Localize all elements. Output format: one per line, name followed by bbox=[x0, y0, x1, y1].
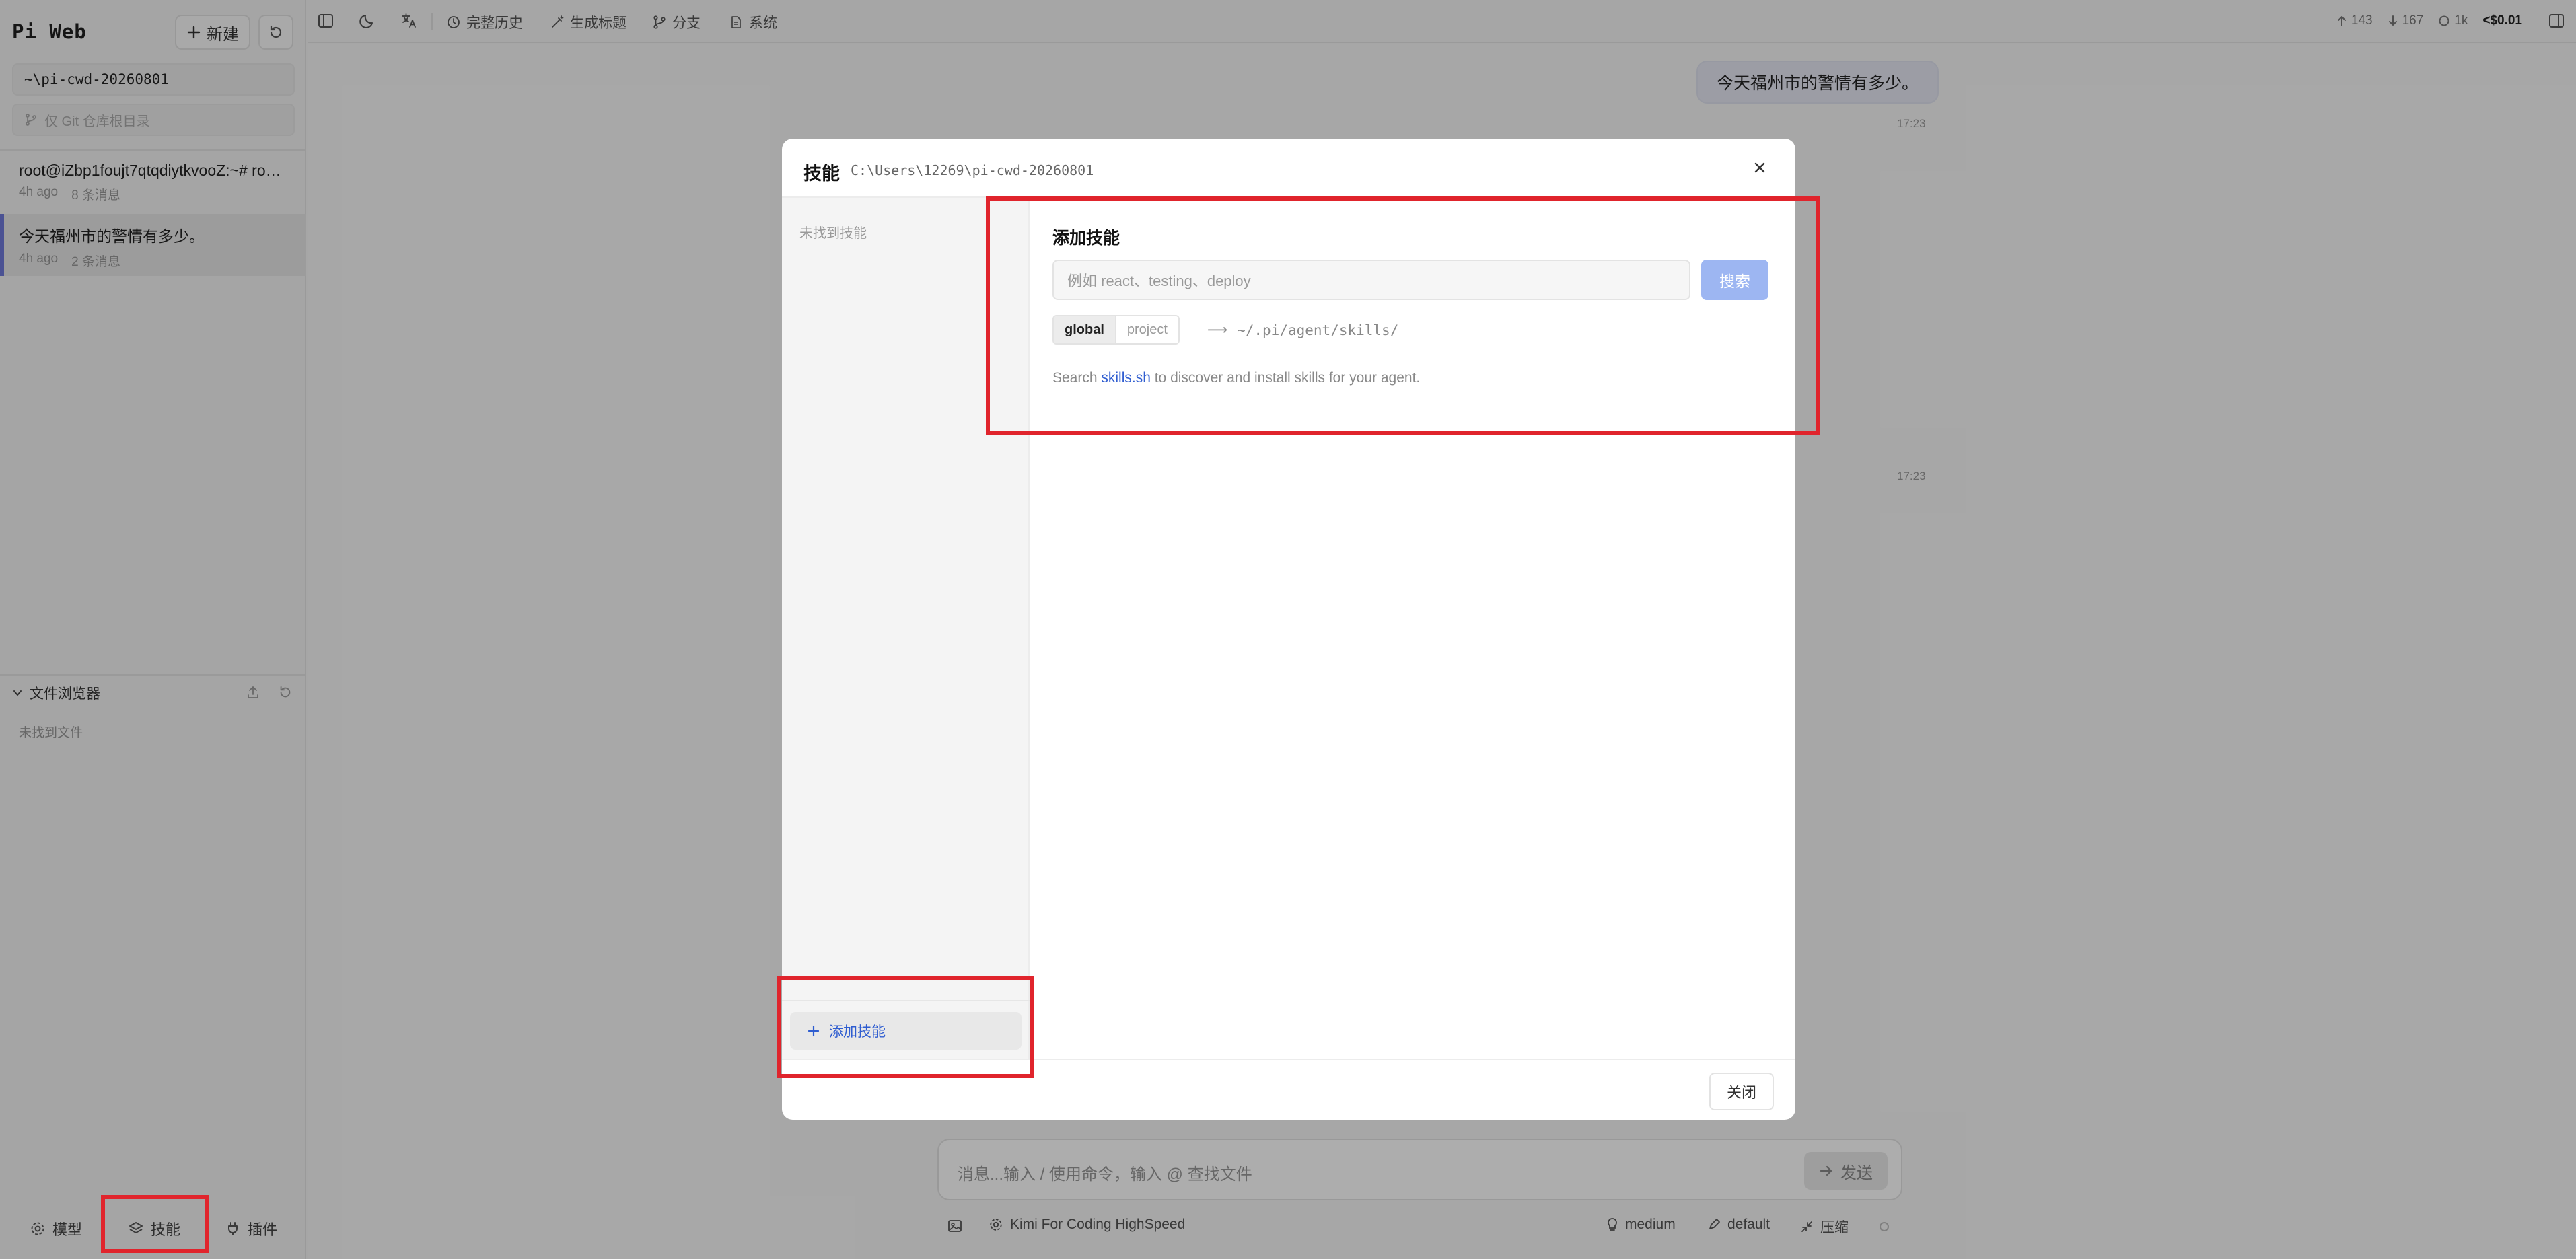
hint-prefix: Search bbox=[1052, 370, 1102, 386]
skill-search-input[interactable]: 例如 react、testing、deploy bbox=[1052, 260, 1690, 300]
skills-hint: Search skills.sh to discover and install… bbox=[1052, 370, 1420, 386]
install-target: ⟶ ~/.pi/agent/skills/ bbox=[1207, 322, 1398, 338]
dialog-path: C:\Users\12269\pi-cwd-20260801 bbox=[851, 162, 1094, 178]
close-icon[interactable] bbox=[1751, 159, 1768, 176]
arrow-icon: ⟶ bbox=[1207, 322, 1228, 338]
skills-list-footer: 添加技能 bbox=[782, 1000, 1030, 1059]
skills-list-empty: 未找到技能 bbox=[799, 226, 867, 241]
scope-global-option[interactable]: global bbox=[1054, 316, 1116, 343]
dialog-title: 技能 bbox=[803, 164, 840, 184]
scope-toggle: global project bbox=[1052, 315, 1180, 345]
hint-suffix: to discover and install skills for your … bbox=[1150, 370, 1421, 386]
dialog-footer: 关闭 bbox=[782, 1059, 1795, 1120]
plus-icon bbox=[808, 1025, 820, 1037]
add-skill-label: 添加技能 bbox=[829, 1024, 886, 1040]
add-skill-panel: 添加技能 例如 react、testing、deploy 搜索 global p… bbox=[1031, 198, 1795, 1059]
add-skill-button[interactable]: 添加技能 bbox=[790, 1012, 1022, 1050]
scope-project-option[interactable]: project bbox=[1116, 316, 1178, 343]
close-button[interactable]: 关闭 bbox=[1709, 1073, 1774, 1110]
skills-list-panel: 未找到技能 添加技能 bbox=[782, 198, 1030, 1059]
add-skill-title: 添加技能 bbox=[1052, 229, 1120, 248]
skills-dialog: 技能 C:\Users\12269\pi-cwd-20260801 未找到技能 … bbox=[782, 139, 1795, 1120]
dialog-header: 技能 C:\Users\12269\pi-cwd-20260801 bbox=[782, 139, 1795, 198]
skills-sh-link[interactable]: skills.sh bbox=[1101, 370, 1151, 386]
skill-search-placeholder: 例如 react、testing、deploy bbox=[1067, 273, 1251, 289]
search-button[interactable]: 搜索 bbox=[1701, 260, 1768, 300]
install-path: ~/.pi/agent/skills/ bbox=[1237, 322, 1399, 338]
